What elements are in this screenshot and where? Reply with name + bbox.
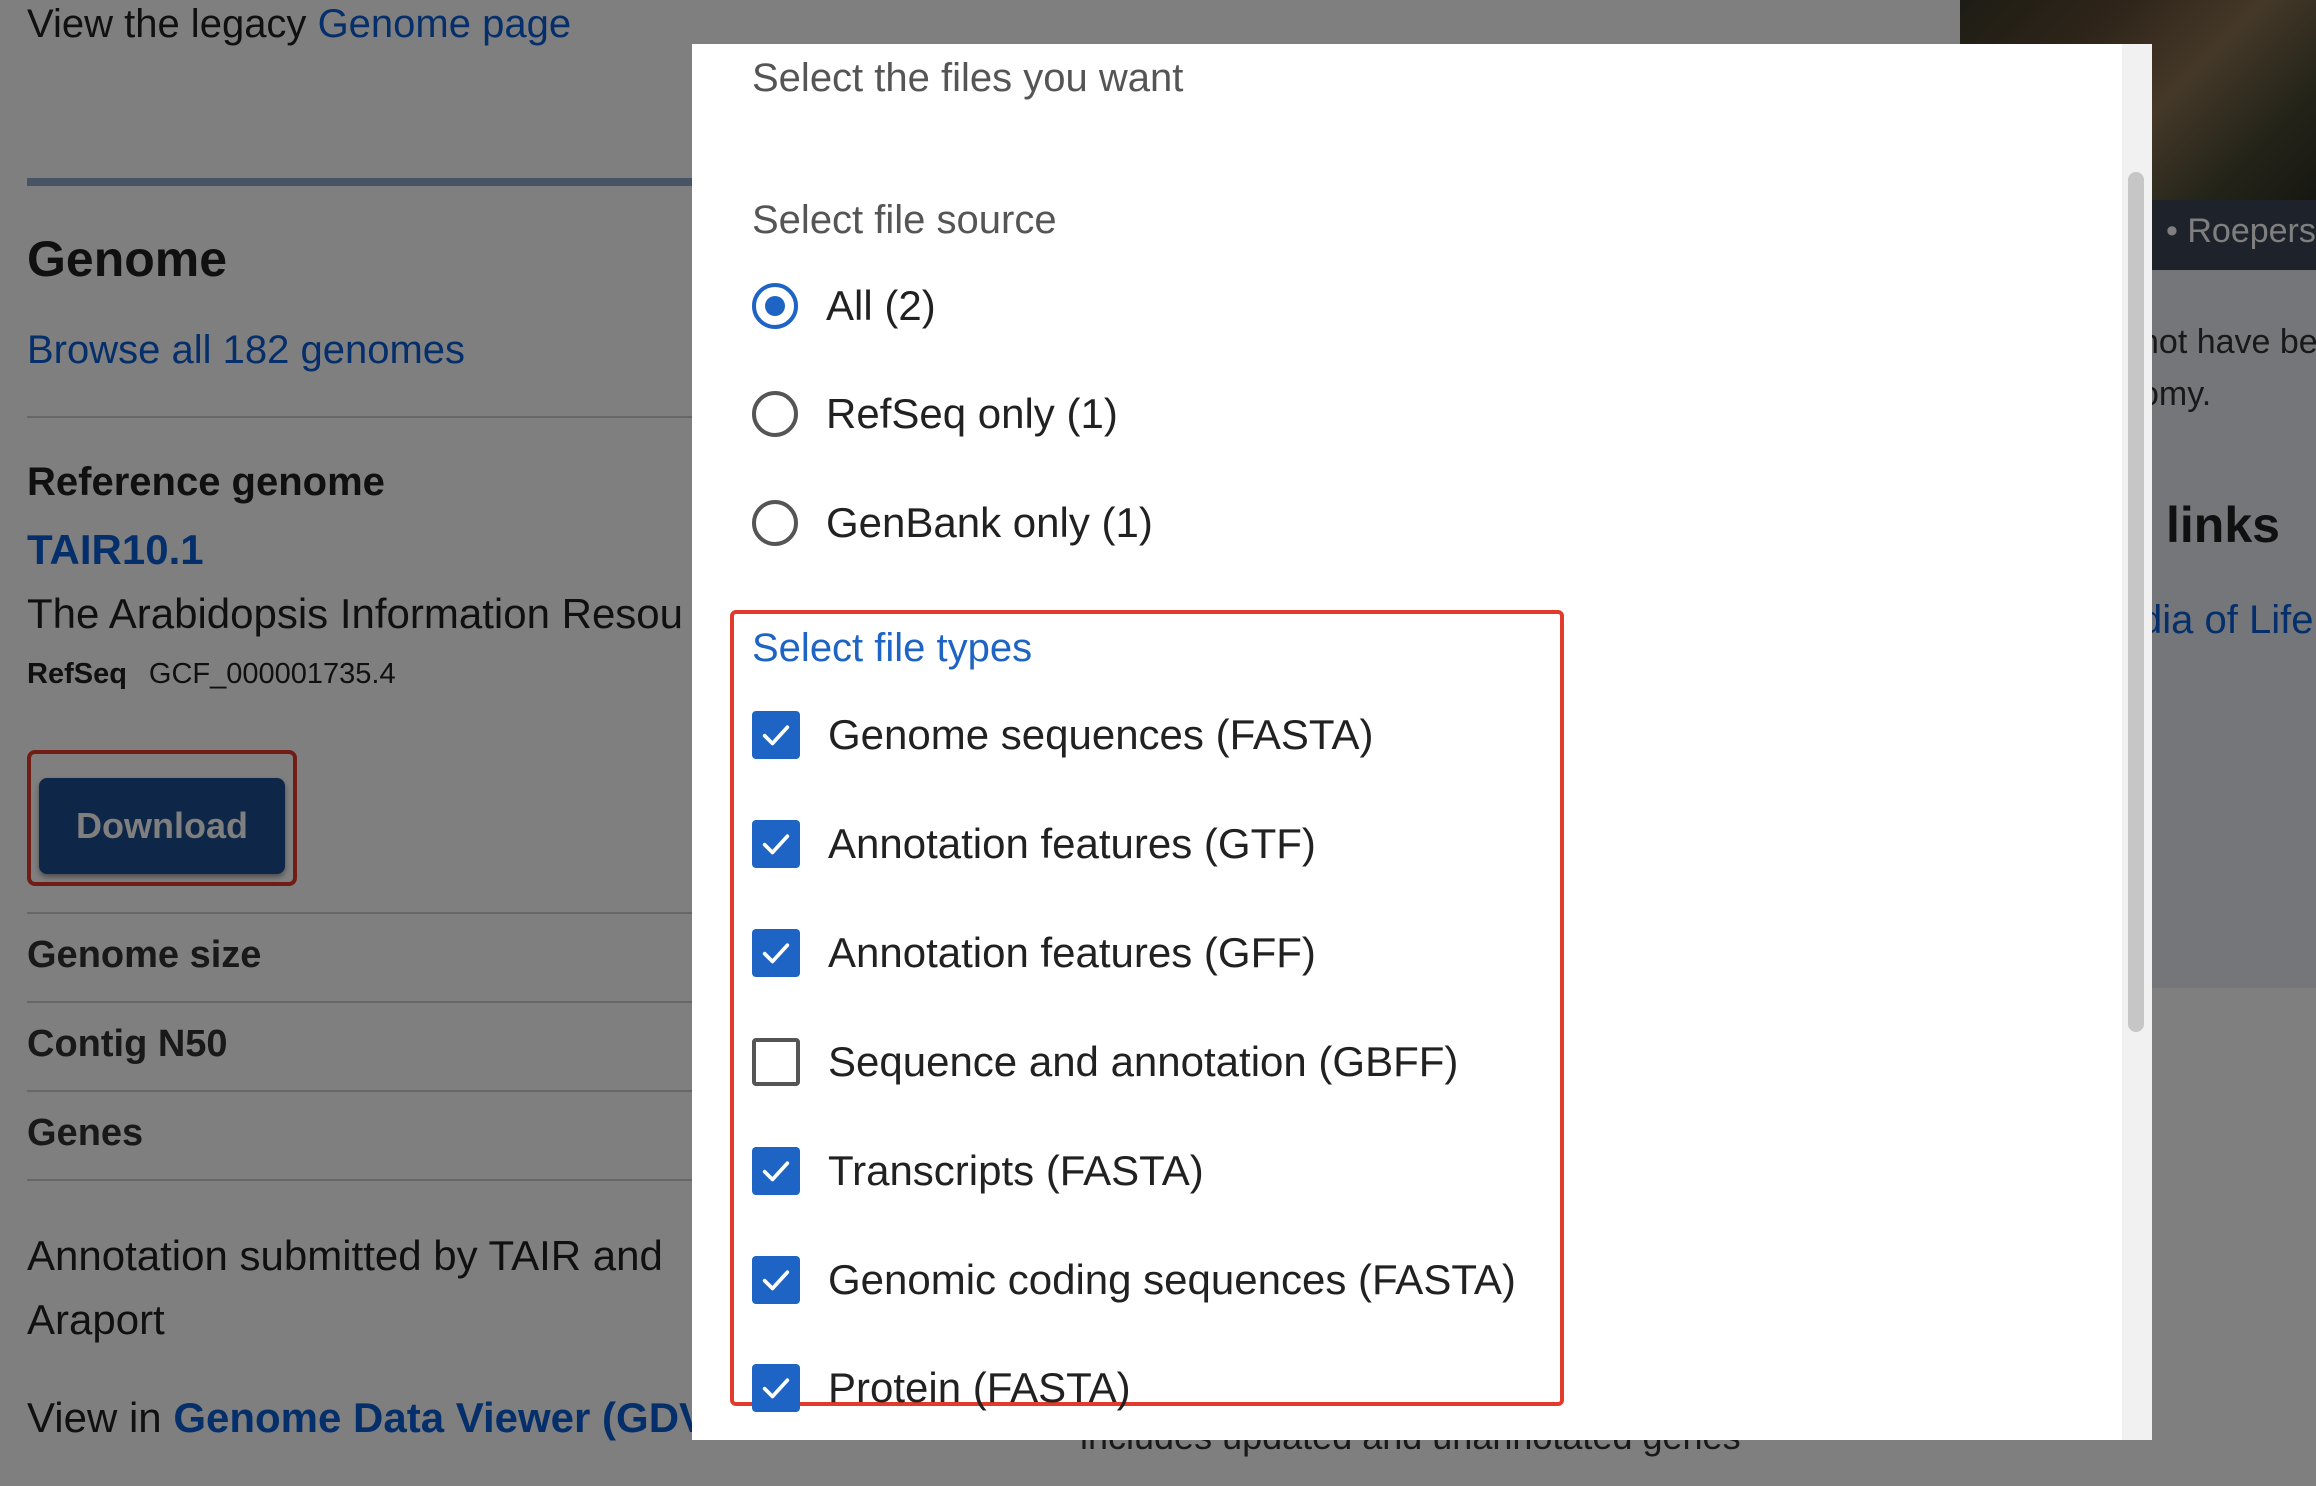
source-option-all[interactable]: All (2) <box>752 282 936 330</box>
source-option-label: RefSeq only (1) <box>826 390 1118 437</box>
source-option-label: GenBank only (1) <box>826 499 1153 546</box>
file-type-label: Annotation features (GFF) <box>828 929 1316 976</box>
radio-selected-icon[interactable] <box>752 283 798 329</box>
file-type-label: Sequence and annotation (GBFF) <box>828 1038 1459 1085</box>
file-source-label: Select file source <box>752 198 1057 242</box>
file-type-protein-fasta[interactable]: Protein (FASTA) <box>752 1364 1131 1412</box>
file-type-sequence-gbff[interactable]: Sequence and annotation (GBFF) <box>752 1038 1458 1086</box>
file-type-label: Annotation features (GTF) <box>828 820 1316 867</box>
source-option-genbank[interactable]: GenBank only (1) <box>752 499 1153 547</box>
file-type-cds-fasta[interactable]: Genomic coding sequences (FASTA) <box>752 1256 1516 1304</box>
file-type-annotation-gff[interactable]: Annotation features (GFF) <box>752 929 1316 977</box>
file-type-genome-fasta[interactable]: Genome sequences (FASTA) <box>752 711 1373 759</box>
file-type-label: Protein (FASTA) <box>828 1364 1131 1411</box>
checkbox-checked-icon[interactable] <box>752 929 800 977</box>
download-files-modal: Select the files you want Select file so… <box>692 44 2152 1440</box>
modal-title: Select the files you want <box>752 56 1184 100</box>
checkbox-checked-icon[interactable] <box>752 1147 800 1195</box>
checkbox-unchecked-icon[interactable] <box>752 1038 800 1086</box>
source-option-refseq[interactable]: RefSeq only (1) <box>752 390 1118 438</box>
radio-unselected-icon[interactable] <box>752 500 798 546</box>
checkbox-checked-icon[interactable] <box>752 1256 800 1304</box>
file-type-transcripts-fasta[interactable]: Transcripts (FASTA) <box>752 1147 1204 1195</box>
checkbox-checked-icon[interactable] <box>752 711 800 759</box>
file-type-label: Genome sequences (FASTA) <box>828 711 1374 758</box>
modal-scrollbar-thumb[interactable] <box>2128 172 2144 1032</box>
file-types-label: Select file types <box>752 626 1033 670</box>
file-type-label: Genomic coding sequences (FASTA) <box>828 1256 1516 1303</box>
radio-unselected-icon[interactable] <box>752 391 798 437</box>
file-type-label: Transcripts (FASTA) <box>828 1147 1204 1194</box>
checkbox-checked-icon[interactable] <box>752 1364 800 1412</box>
file-type-annotation-gtf[interactable]: Annotation features (GTF) <box>752 820 1316 868</box>
checkbox-checked-icon[interactable] <box>752 820 800 868</box>
source-option-label: All (2) <box>826 282 936 329</box>
